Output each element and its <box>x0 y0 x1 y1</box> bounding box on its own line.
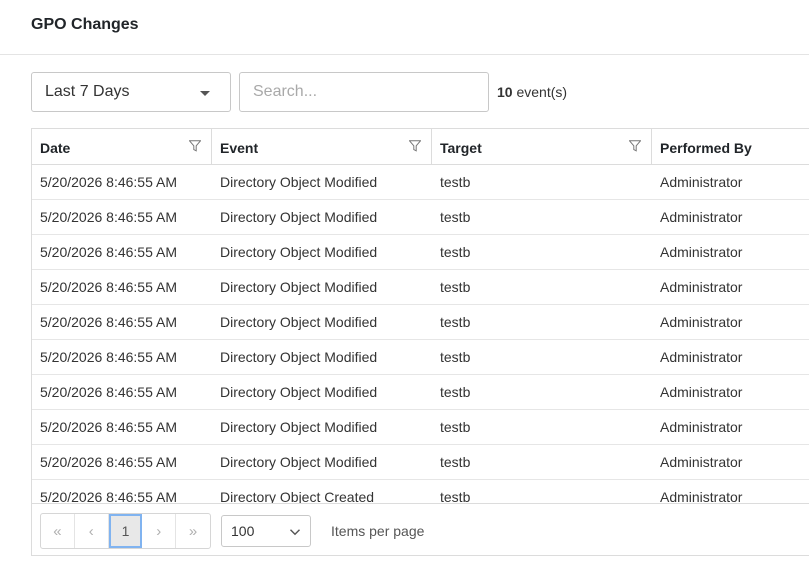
cell-target: testb <box>440 454 471 470</box>
last-page-button[interactable]: » <box>176 514 210 548</box>
cell-date: 5/20/2026 8:46:55 AM <box>40 489 177 503</box>
cell-date: 5/20/2026 8:46:55 AM <box>40 174 177 190</box>
page-size-value: 100 <box>231 523 255 539</box>
chevron-down-icon <box>290 529 300 536</box>
cell-target: testb <box>440 209 471 225</box>
table-row[interactable]: 5/20/2026 8:46:55 AM Directory Object Mod… <box>32 305 809 340</box>
column-header-event[interactable]: Event <box>212 129 432 165</box>
grid-header: Date Event Target Performed By <box>32 129 809 165</box>
table-row[interactable]: 5/20/2026 8:46:55 AM Directory Object Mod… <box>32 200 809 235</box>
cell-performed-by: Administrator <box>660 279 743 295</box>
cell-event: Directory Object Modified <box>220 384 378 400</box>
cell-performed-by: Administrator <box>660 384 743 400</box>
page-title: GPO Changes <box>31 16 139 33</box>
column-header-label: Date <box>40 140 71 156</box>
date-range-value: Last 7 Days <box>45 83 130 100</box>
table-row[interactable]: 5/20/2026 8:46:55 AM Directory Object Mod… <box>32 410 809 445</box>
cell-event: Directory Object Modified <box>220 244 378 260</box>
table-row[interactable]: 5/20/2026 8:46:55 AM Directory Object Cre… <box>32 480 809 503</box>
cell-event: Directory Object Modified <box>220 209 378 225</box>
cell-date: 5/20/2026 8:46:55 AM <box>40 419 177 435</box>
cell-event: Directory Object Created <box>220 489 375 503</box>
cell-performed-by: Administrator <box>660 489 743 503</box>
first-page-button[interactable]: « <box>41 514 75 548</box>
table-row[interactable]: 5/20/2026 8:46:55 AM Directory Object Mod… <box>32 340 809 375</box>
cell-event: Directory Object Modified <box>220 279 378 295</box>
prev-page-button[interactable]: ‹ <box>75 514 109 548</box>
page-header: GPO Changes <box>0 0 809 55</box>
table-row[interactable]: 5/20/2026 8:46:55 AM Directory Object Mod… <box>32 165 809 200</box>
cell-performed-by: Administrator <box>660 454 743 470</box>
cell-date: 5/20/2026 8:46:55 AM <box>40 209 177 225</box>
caret-down-icon <box>200 91 210 96</box>
cell-performed-by: Administrator <box>660 209 743 225</box>
column-header-label: Performed By <box>660 140 752 156</box>
filter-icon[interactable] <box>629 140 641 152</box>
pager-buttons: « ‹ 1 › » <box>40 513 211 549</box>
date-range-dropdown[interactable]: Last 7 Days <box>31 72 231 112</box>
cell-target: testb <box>440 489 471 503</box>
next-page-button[interactable]: › <box>142 514 177 548</box>
table-row[interactable]: 5/20/2026 8:46:55 AM Directory Object Mod… <box>32 375 809 410</box>
event-count-suffix: event(s) <box>516 84 568 100</box>
cell-target: testb <box>440 174 471 190</box>
toolbar: Last 7 Days 10 event(s) <box>31 72 809 112</box>
cell-event: Directory Object Modified <box>220 349 378 365</box>
cell-event: Directory Object Modified <box>220 454 378 470</box>
cell-date: 5/20/2026 8:46:55 AM <box>40 454 177 470</box>
cell-target: testb <box>440 419 471 435</box>
table-row[interactable]: 5/20/2026 8:46:55 AM Directory Object Mod… <box>32 445 809 480</box>
grid-body[interactable]: 5/20/2026 8:46:55 AM Directory Object Mod… <box>32 165 809 503</box>
event-count: 10 event(s) <box>497 84 567 100</box>
column-header-label: Target <box>440 140 482 156</box>
filter-icon[interactable] <box>189 140 201 152</box>
cell-performed-by: Administrator <box>660 244 743 260</box>
cell-performed-by: Administrator <box>660 349 743 365</box>
column-header-label: Event <box>220 140 259 156</box>
cell-target: testb <box>440 244 471 260</box>
cell-target: testb <box>440 314 471 330</box>
cell-target: testb <box>440 279 471 295</box>
page-1-button[interactable]: 1 <box>108 514 143 548</box>
page-size-label: Items per page <box>331 523 425 539</box>
cell-date: 5/20/2026 8:46:55 AM <box>40 279 177 295</box>
table-row[interactable]: 5/20/2026 8:46:55 AM Directory Object Mod… <box>32 235 809 270</box>
cell-target: testb <box>440 384 471 400</box>
cell-event: Directory Object Modified <box>220 174 378 190</box>
column-header-performed-by[interactable]: Performed By <box>652 129 809 165</box>
column-header-date[interactable]: Date <box>32 129 212 165</box>
cell-event: Directory Object Modified <box>220 419 378 435</box>
cell-date: 5/20/2026 8:46:55 AM <box>40 349 177 365</box>
event-count-number: 10 <box>497 84 513 100</box>
table-row[interactable]: 5/20/2026 8:46:55 AM Directory Object Mod… <box>32 270 809 305</box>
filter-icon[interactable] <box>409 140 421 152</box>
cell-performed-by: Administrator <box>660 314 743 330</box>
cell-date: 5/20/2026 8:46:55 AM <box>40 384 177 400</box>
page-size-dropdown[interactable]: 100 <box>221 515 311 547</box>
cell-date: 5/20/2026 8:46:55 AM <box>40 244 177 260</box>
cell-performed-by: Administrator <box>660 419 743 435</box>
cell-event: Directory Object Modified <box>220 314 378 330</box>
search-input[interactable] <box>239 72 489 112</box>
column-header-target[interactable]: Target <box>432 129 652 165</box>
pager: « ‹ 1 › » 100 Items per page <box>32 503 809 555</box>
cell-target: testb <box>440 349 471 365</box>
cell-performed-by: Administrator <box>660 174 743 190</box>
events-grid: Date Event Target Performed By 5/20/2026… <box>31 128 809 556</box>
cell-date: 5/20/2026 8:46:55 AM <box>40 314 177 330</box>
